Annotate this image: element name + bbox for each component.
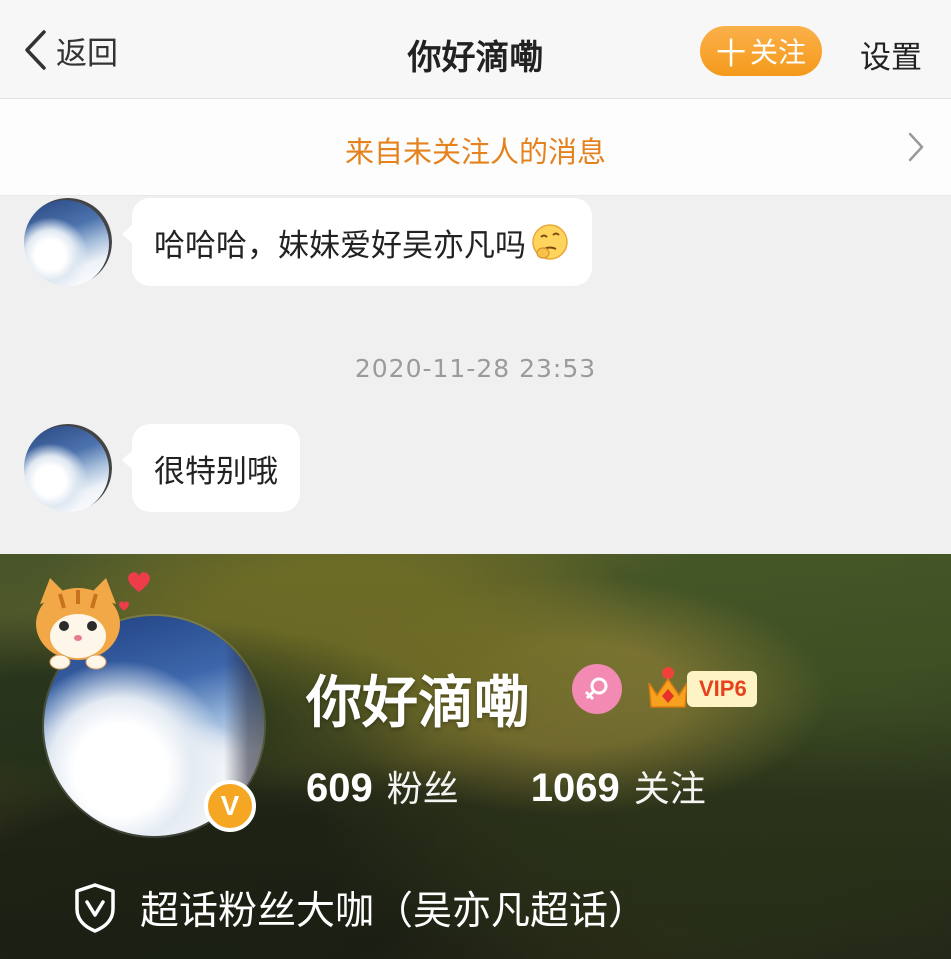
crown-icon	[648, 667, 688, 708]
cat-sticker-icon	[36, 578, 120, 670]
message-bubble[interactable]: 很特别哦	[122, 424, 300, 512]
fans-count[interactable]: 609	[306, 766, 373, 811]
shield-v-icon	[75, 883, 115, 933]
thinking-face-emoji-icon	[532, 224, 568, 260]
super-topic-badge-text: 超话粉丝大咖（吴亦凡超话）	[140, 889, 648, 934]
top-nav-bar: 返回 你好滴嘞 十 关注 设置	[0, 0, 951, 99]
message-text: 很特别哦	[154, 453, 278, 490]
notice-label: 来自未关注人的消息	[344, 135, 606, 169]
super-topic-badge-row[interactable]: 超话粉丝大咖（吴亦凡超话）	[72, 880, 647, 936]
verified-mark: V	[220, 790, 240, 821]
vip-badge[interactable]: VIP6	[645, 662, 757, 716]
non-follower-notice-bar[interactable]: 来自未关注人的消息	[0, 99, 951, 196]
follow-label: 关注	[749, 36, 806, 69]
sender-avatar[interactable]	[24, 424, 112, 512]
profile-stats: 609 粉丝 1069 关注	[306, 760, 706, 812]
heart-icon	[128, 572, 150, 592]
chevron-right-icon	[908, 132, 924, 162]
settings-button[interactable]: 设置	[860, 32, 922, 77]
message-bubble[interactable]: 哈哈哈，妹妹爱好吴亦凡吗	[122, 198, 592, 286]
heart-icon	[118, 601, 130, 611]
following-label[interactable]: 关注	[634, 760, 706, 812]
female-gender-icon	[572, 664, 622, 714]
chat-area: 哈哈哈，妹妹爱好吴亦凡吗 2020-11-28 23:53 很特别哦	[0, 196, 951, 554]
profile-card[interactable]: V 你好滴嘞 VIP6 609 粉丝 1069 关注 超话粉丝大咖（吴亦凡超话）	[0, 554, 951, 959]
message-timestamp: 2020-11-28 23:53	[354, 354, 597, 383]
vip-level-label: VIP6	[687, 671, 757, 707]
fans-label[interactable]: 粉丝	[387, 760, 459, 812]
following-count[interactable]: 1069	[531, 766, 620, 811]
sender-avatar[interactable]	[24, 198, 112, 286]
profile-name: 你好滴嘞	[306, 671, 530, 736]
plus-icon: 十	[715, 37, 746, 72]
verified-badge-icon: V	[204, 780, 256, 832]
follow-button[interactable]: 十 关注	[700, 26, 822, 76]
message-text: 哈哈哈，妹妹爱好吴亦凡吗	[154, 227, 526, 264]
